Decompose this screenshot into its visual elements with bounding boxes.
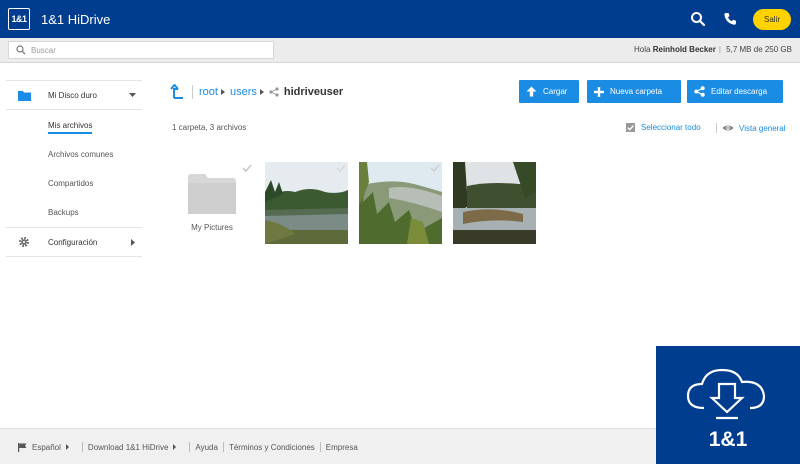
footer-links: Español Download 1&1 HiDrive Ayuda Térmi…: [18, 442, 358, 452]
parent-folder-icon[interactable]: [170, 84, 186, 100]
app-title: 1&1 HiDrive: [41, 12, 111, 27]
upload-icon: [526, 86, 537, 97]
checkmark-icon[interactable]: [336, 164, 346, 172]
upload-button-label: Cargar: [543, 87, 568, 96]
brand-watermark: 1&1: [656, 346, 800, 464]
search-icon: [16, 45, 26, 55]
account-info: Hola Reinhold Becker | 5,7 MB de 250 GB: [634, 45, 792, 54]
checkbox-icon[interactable]: [626, 123, 635, 132]
edit-download-button-label: Editar descarga: [711, 87, 768, 96]
sidebar-item-backups[interactable]: Backups: [6, 205, 142, 223]
brand-logo[interactable]: 1&1: [8, 8, 30, 30]
logout-button[interactable]: Salir: [753, 9, 791, 30]
search-box: [8, 41, 274, 59]
sidebar-item-mi-disco-duro[interactable]: Mi Disco duro: [6, 80, 142, 110]
image-preview: [453, 162, 536, 244]
caret-right-icon: [65, 444, 69, 450]
image-preview: [359, 162, 442, 244]
image-thumbnail[interactable]: [453, 162, 536, 244]
brand-name: 1&1: [708, 428, 748, 451]
footer-link-company[interactable]: Empresa: [326, 443, 358, 452]
caret-right-icon: [173, 444, 177, 450]
image-thumbnail[interactable]: [359, 162, 442, 244]
share-icon: [694, 86, 705, 97]
sidebar-item-label: Archivos comunes: [48, 150, 114, 159]
breadcrumb-current: hidriveuser: [283, 86, 344, 98]
user-name[interactable]: Reinhold Becker: [653, 45, 716, 54]
phone-icon[interactable]: [722, 11, 738, 27]
sidebar-item-label: Configuración: [48, 237, 98, 247]
folder-icon: [18, 90, 31, 101]
flag-icon: [18, 442, 27, 452]
checkmark-icon[interactable]: [242, 164, 252, 172]
storage-usage: 5,7 MB de 250 GB: [726, 45, 792, 54]
breadcrumb-separator-icon: [220, 89, 225, 95]
sidebar-item-archivos-comunes[interactable]: Archivos comunes: [6, 147, 142, 165]
search-bar: Hola Reinhold Becker| 5,7 MB de 250 GB: [0, 38, 800, 63]
sidebar: Mi Disco duro Mis archivos Archivos comu…: [0, 63, 150, 428]
plus-icon: [594, 86, 604, 97]
sidebar-item-mis-archivos[interactable]: Mis archivos: [6, 118, 142, 136]
item-count: 1 carpeta, 3 archivos: [172, 123, 247, 132]
search-input[interactable]: [31, 43, 271, 57]
footer-link-help[interactable]: Ayuda: [195, 443, 218, 452]
caret-right-icon[interactable]: [131, 238, 136, 246]
footer-link-download[interactable]: Download 1&1 HiDrive: [88, 443, 168, 452]
select-all-toggle[interactable]: Seleccionar todo: [626, 123, 701, 132]
sidebar-item-label: Compartidos: [48, 179, 94, 188]
breadcrumb-separator-icon: [259, 89, 264, 95]
sidebar-item-label: Mis archivos: [48, 121, 93, 134]
image-preview: [265, 162, 348, 244]
sidebar-item-compartidos[interactable]: Compartidos: [6, 176, 142, 194]
breadcrumb-item-root[interactable]: root: [199, 86, 218, 98]
sidebar-item-label: Backups: [48, 208, 79, 217]
upload-button[interactable]: Cargar: [519, 80, 579, 103]
checkmark-icon[interactable]: [430, 164, 440, 172]
gear-icon: [19, 237, 29, 247]
new-folder-button[interactable]: Nueva carpeta: [587, 80, 681, 103]
sidebar-item-configuracion[interactable]: Configuración: [6, 227, 142, 257]
edit-download-button[interactable]: Editar descarga: [687, 80, 783, 103]
cloud-download-icon: [686, 368, 766, 420]
new-folder-button-label: Nueva carpeta: [610, 87, 663, 96]
select-all-label: Seleccionar todo: [641, 123, 701, 132]
view-toggle-label: Vista general: [739, 123, 786, 133]
eye-icon: [722, 125, 734, 131]
search-icon[interactable]: [690, 11, 706, 27]
sidebar-item-label: Mi Disco duro: [48, 90, 97, 100]
greeting: Hola: [634, 45, 651, 54]
language-selector[interactable]: Español: [32, 443, 61, 452]
footer-link-terms[interactable]: Términos y Condiciones: [229, 443, 315, 452]
top-bar: 1&1 1&1 HiDrive Salir: [0, 0, 800, 38]
image-thumbnail[interactable]: [265, 162, 348, 244]
caret-down-icon[interactable]: [129, 92, 136, 98]
folder-name[interactable]: My Pictures: [176, 223, 248, 232]
breadcrumb: root users hidriveuser: [170, 83, 343, 101]
breadcrumb-item-users[interactable]: users: [230, 86, 257, 98]
share-icon: [269, 87, 279, 97]
view-toggle[interactable]: Vista general: [716, 123, 786, 133]
folder-icon: [188, 174, 236, 214]
